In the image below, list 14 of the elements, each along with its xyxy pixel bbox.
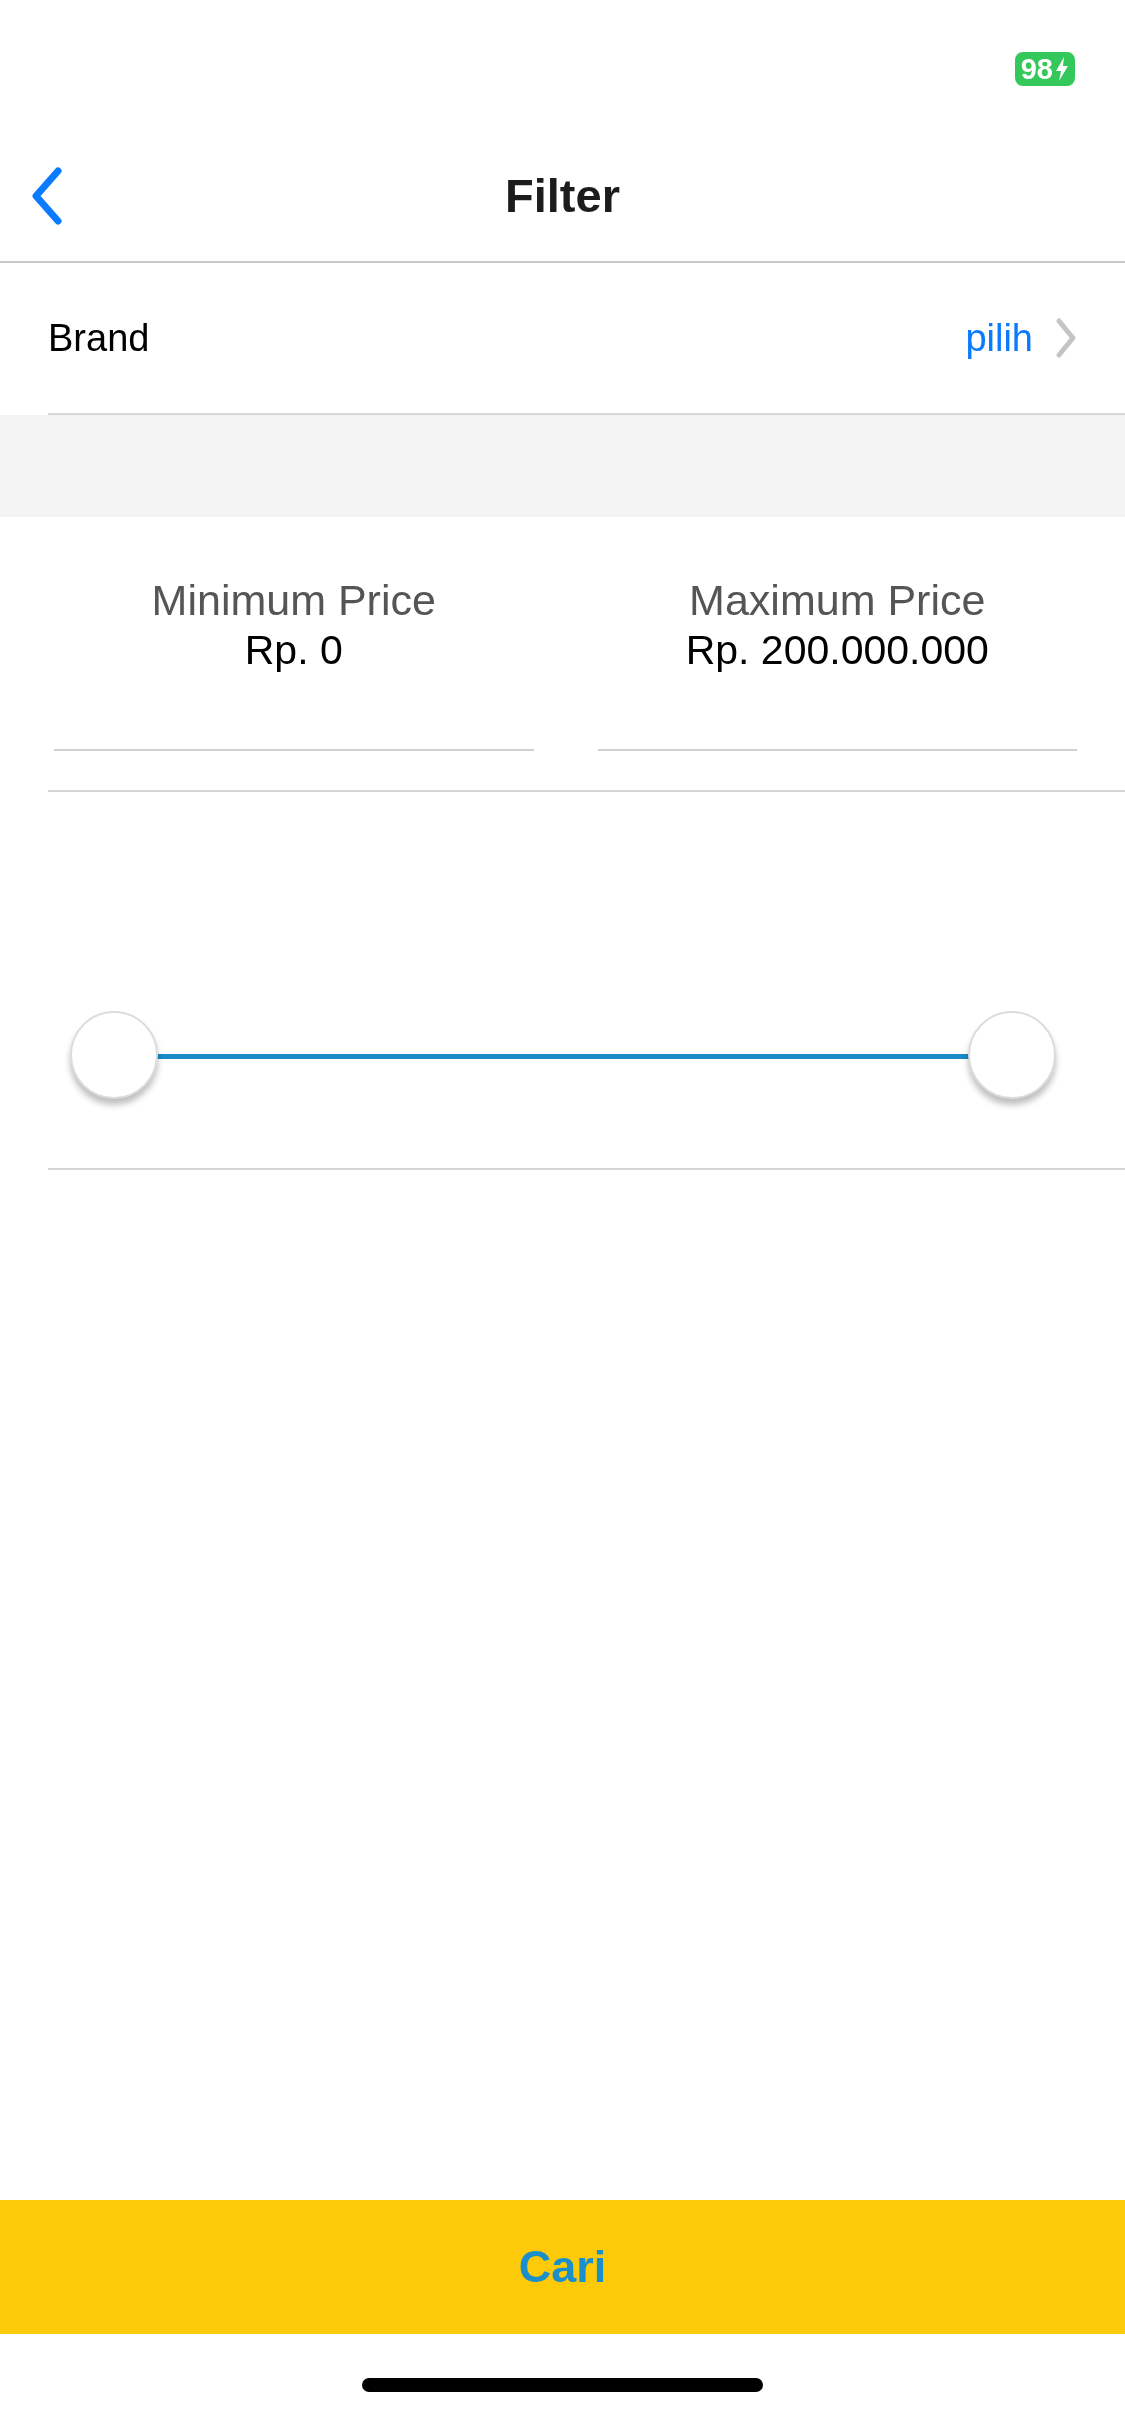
- page-title: Filter: [505, 168, 620, 225]
- chevron-right-icon: [1055, 317, 1077, 359]
- price-label: Minimum Price: [151, 575, 436, 625]
- price-field[interactable]: Minimum Price Rp. 0: [54, 517, 534, 751]
- price-label: Maximum Price: [689, 575, 986, 625]
- price-value: Rp. 0: [244, 626, 343, 675]
- slider-thumb[interactable]: [968, 1011, 1056, 1099]
- charging-bolt-icon: [1055, 57, 1069, 81]
- price-field[interactable]: Maximum Price Rp. 200.000.000: [597, 517, 1077, 751]
- price-value: Rp. 200.000.000: [685, 626, 989, 675]
- battery-level: 98: [1020, 54, 1053, 84]
- brand-value: pilih: [965, 315, 1033, 361]
- slider-thumb[interactable]: [70, 1011, 158, 1099]
- brand-label: Brand: [48, 315, 150, 361]
